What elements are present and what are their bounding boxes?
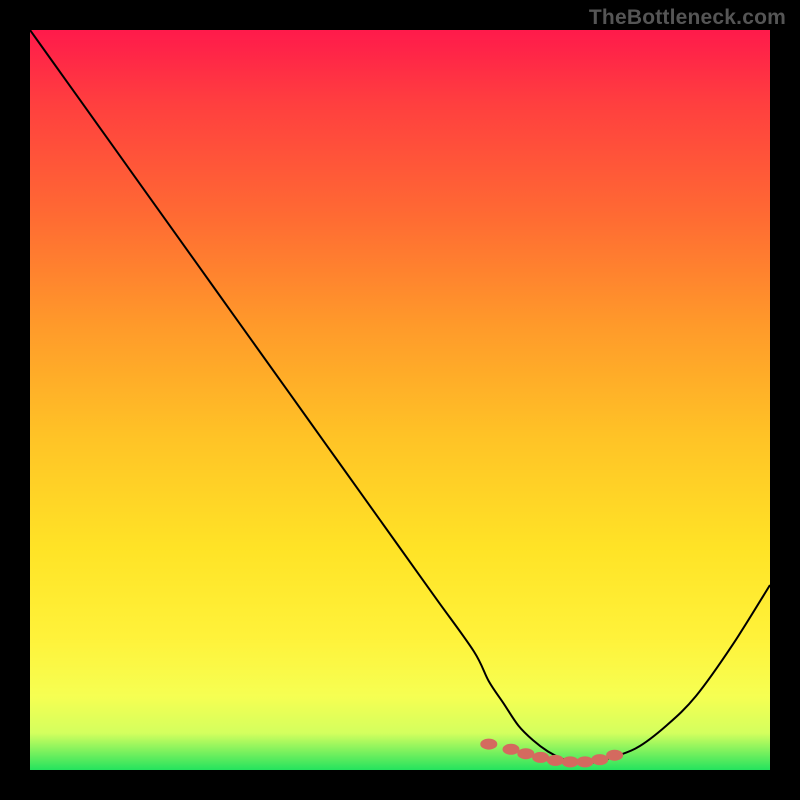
marker-dot — [577, 757, 593, 767]
watermark-text: TheBottleneck.com — [589, 6, 786, 30]
marker-dot — [481, 739, 497, 749]
marker-dot — [533, 752, 549, 762]
chart-root: TheBottleneck.com — [0, 0, 800, 800]
marker-dot — [592, 755, 608, 765]
marker-dot — [562, 757, 578, 767]
curve-svg — [30, 30, 770, 770]
marker-dot — [518, 749, 534, 759]
marker-dot — [607, 750, 623, 760]
marker-dot — [547, 755, 563, 765]
marker-dot — [503, 744, 519, 754]
plot-area — [30, 30, 770, 770]
bottleneck-curve — [30, 30, 770, 763]
